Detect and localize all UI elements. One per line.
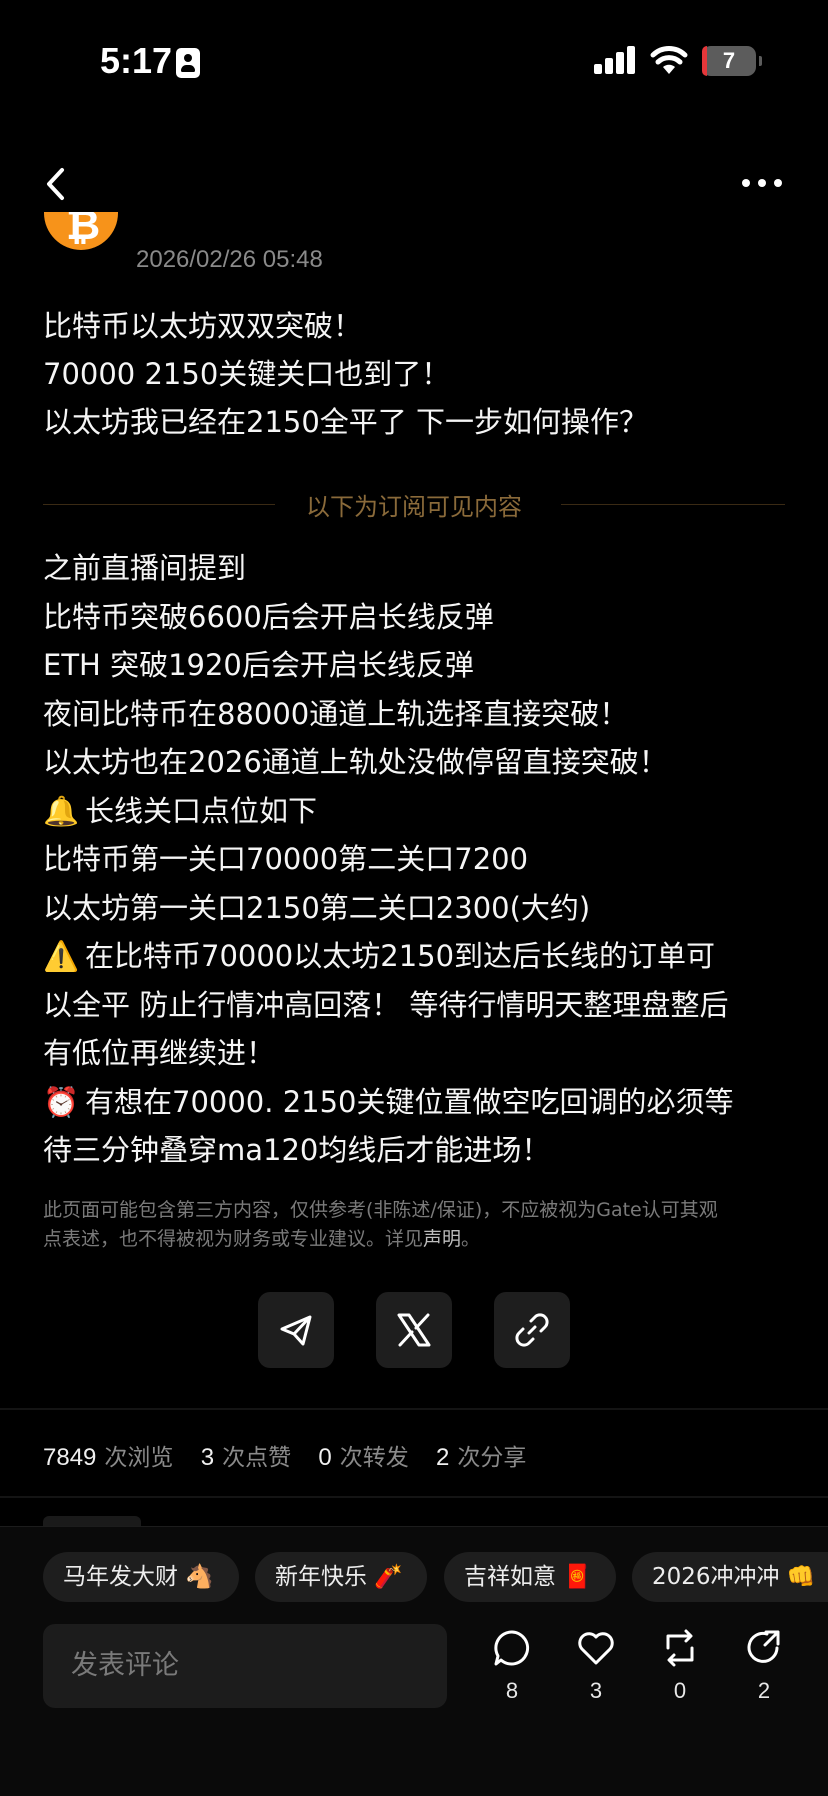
repost-icon	[666, 1629, 694, 1667]
body-line: ⚠️ 在比特币70000以太坊2150到达后长线的订单可	[43, 932, 803, 981]
title-line: 以太坊我已经在2150全平了 下一步如何操作？	[43, 405, 649, 439]
likes-count: 3	[200, 1444, 215, 1471]
divider	[0, 1408, 828, 1410]
back-arrow-icon[interactable]	[40, 164, 72, 204]
post-stats: 7849 次浏览 3 次点赞 0 次转发 2 次分享	[43, 1444, 527, 1471]
subscriber-divider: 以下为订阅可见内容	[43, 485, 785, 523]
body-line: 以全平 防止行情冲高回落！ 等待行情明天整理盘整后	[43, 987, 729, 1022]
wifi-icon	[650, 46, 688, 74]
body-line: 之前直播间提到	[43, 551, 247, 585]
quick-tag[interactable]: 2026冲冲冲 👊	[632, 1552, 828, 1602]
cellular-signal-icon	[594, 46, 636, 74]
title-line: 比特币以太坊双双突破！	[43, 309, 363, 343]
x-logo-icon	[397, 1313, 431, 1347]
share-x-button[interactable]	[376, 1292, 452, 1368]
repost-action[interactable]: 0	[650, 1628, 710, 1708]
collapsed-tab	[43, 1516, 141, 1526]
divider	[0, 1496, 828, 1498]
copy-link-button[interactable]	[494, 1292, 570, 1368]
share-count: 2	[757, 1678, 771, 1703]
reposts-count: 0	[318, 1444, 332, 1471]
contact-card-icon	[176, 48, 200, 78]
body-line: ETH 突破1920后会开启长线反弹	[43, 648, 474, 682]
warning-icon: ⚠️	[43, 939, 80, 973]
post-body: 之前直播间提到 比特币突破6600后会开启长线反弹 ETH 突破1920后会开启…	[43, 544, 803, 1175]
bell-icon: 🔔	[43, 793, 80, 828]
comment-input[interactable]: 发表评论	[43, 1624, 447, 1708]
like-count: 3	[589, 1678, 603, 1703]
share-arrow-icon	[747, 1630, 780, 1663]
link-icon	[515, 1313, 549, 1347]
battery-indicator: 7	[702, 46, 762, 76]
body-line: ⏰ 有想在70000. 2150关键位置做空吃回调的必须等	[43, 1078, 803, 1127]
like-action[interactable]: 3	[566, 1628, 626, 1708]
post-timestamp: 2026/02/26 05:48	[136, 246, 323, 273]
comment-bubble-icon	[494, 1630, 530, 1666]
post-title: 比特币以太坊双双突破！ 70000 2150关键关口也到了！ 以太坊我已经在21…	[43, 302, 793, 446]
body-line: 待三分钟叠穿ma120均线后才能进场！	[43, 1133, 551, 1167]
comment-count: 8	[505, 1678, 519, 1703]
body-line: 比特币突破6600后会开启长线反弹	[43, 599, 494, 634]
repost-count: 0	[673, 1678, 687, 1703]
quick-tag[interactable]: 马年发大财 🐴	[43, 1552, 239, 1602]
body-line: 有低位再继续进！	[43, 1036, 276, 1070]
telegram-icon	[280, 1315, 312, 1346]
views-count: 7849	[43, 1444, 97, 1471]
body-line: 🔔 长线关口点位如下	[43, 787, 803, 836]
disclaimer: 此页面可能包含第三方内容，仅供参考(非陈述/保证)，不应被视为Gate认可其观 …	[43, 1199, 718, 1250]
body-line: 以太坊也在2026通道上轨处没做停留直接突破！	[43, 745, 668, 779]
title-line: 70000 2150关键关口也到了！	[43, 357, 451, 391]
author-avatar[interactable]: ₿	[44, 212, 118, 276]
comment-action[interactable]: 8	[482, 1628, 542, 1708]
bitcoin-logo-icon: ₿	[66, 212, 101, 249]
alarm-clock-icon: ⏰	[43, 1084, 80, 1119]
more-options-icon[interactable]	[740, 168, 784, 198]
body-line: 以太坊第一关口2150第二关口2300(大约)	[43, 890, 591, 925]
quick-tag[interactable]: 新年快乐 🧨	[255, 1552, 427, 1602]
body-line: 比特币第一关口70000第二关口7200	[43, 842, 529, 876]
body-line: 夜间比特币在88000通道上轨选择直接突破！	[43, 696, 629, 731]
subscriber-divider-label: 以下为订阅可见内容	[306, 493, 522, 521]
heart-icon	[578, 1632, 614, 1665]
shares-count: 2	[436, 1444, 450, 1471]
statement-link[interactable]: 声明	[423, 1228, 461, 1250]
share-action[interactable]: 2	[734, 1628, 794, 1708]
quick-tag[interactable]: 吉祥如意 🧧	[444, 1552, 616, 1602]
share-telegram-button[interactable]	[258, 1292, 334, 1368]
status-time: 5:17	[100, 40, 173, 81]
